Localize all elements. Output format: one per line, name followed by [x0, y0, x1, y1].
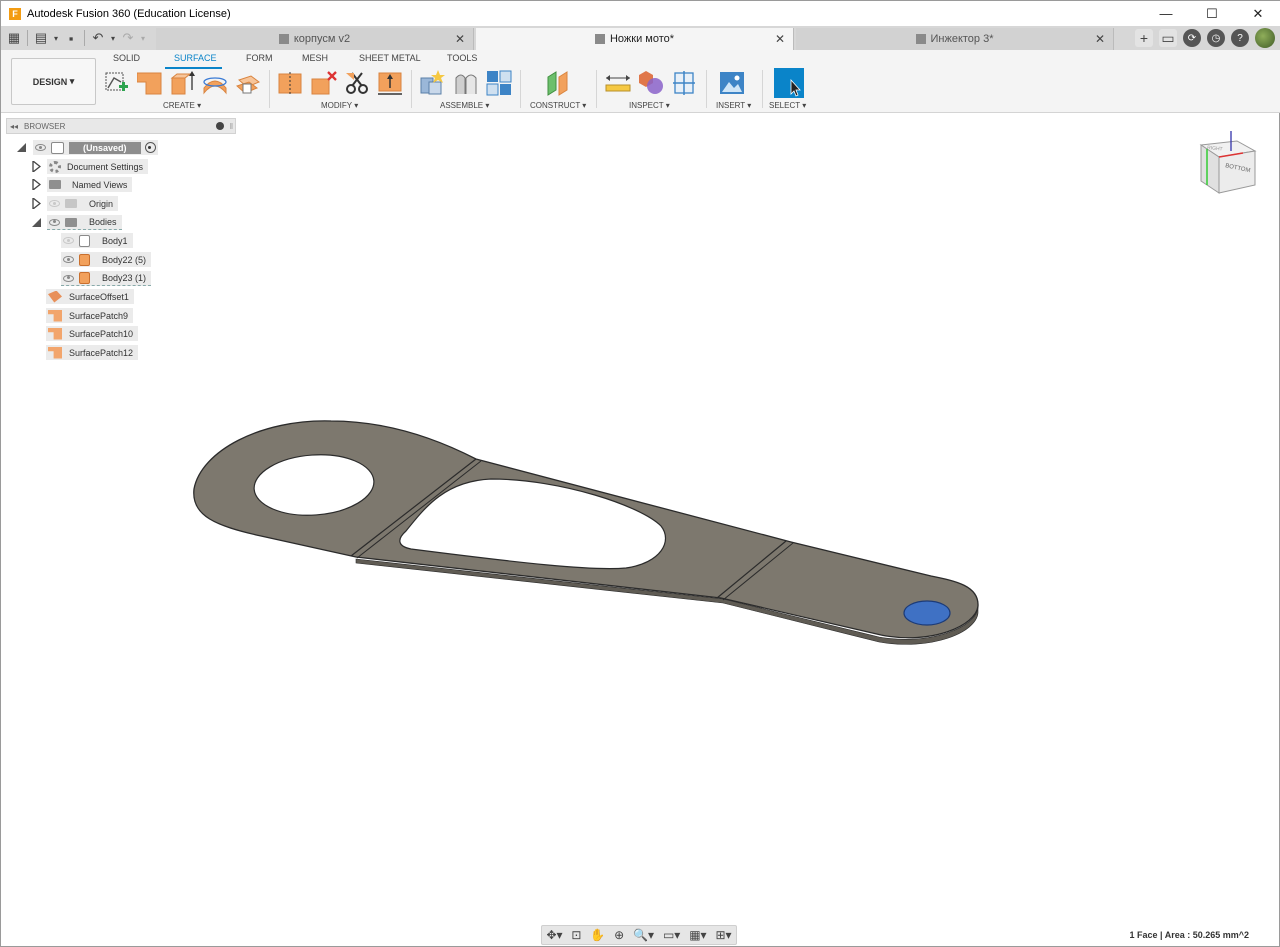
offset-icon[interactable] [235, 70, 261, 96]
selected-face[interactable] [903, 600, 951, 626]
select-menu[interactable]: SELECT ▾ [769, 101, 806, 110]
insert-image-icon[interactable] [719, 70, 745, 96]
undo-icon[interactable]: ↶ [88, 28, 108, 48]
user-avatar[interactable] [1255, 28, 1275, 48]
zoom-icon[interactable]: 🔍▾ [633, 928, 654, 942]
extrude-icon[interactable] [169, 70, 195, 96]
fusion-logo-icon: F [9, 7, 21, 20]
file-menu-chevron-icon[interactable]: ▾ [51, 28, 61, 48]
document-icon [278, 34, 289, 44]
close-tab-icon[interactable]: ✕ [1095, 32, 1105, 46]
minimize-button[interactable]: — [1143, 1, 1189, 26]
undo-chevron-icon[interactable]: ▾ [108, 28, 118, 48]
offset-plane-icon[interactable] [546, 70, 572, 96]
select-icon[interactable] [774, 68, 804, 98]
extend-icon[interactable] [377, 70, 403, 96]
title-bar: F Autodesk Fusion 360 (Education License… [1, 1, 1280, 26]
tab-sheet-metal[interactable]: SHEET METAL [359, 53, 421, 63]
help-icon[interactable]: ? [1231, 29, 1249, 47]
document-icon [915, 34, 926, 44]
active-tab-indicator [165, 67, 222, 69]
delete-face-icon[interactable] [311, 70, 337, 96]
close-tab-icon[interactable]: ✕ [455, 32, 465, 46]
tab-surface[interactable]: SURFACE [174, 53, 217, 63]
insert-menu[interactable]: INSERT ▾ [716, 101, 751, 110]
as-built-joint-icon[interactable] [486, 70, 512, 96]
save-icon[interactable]: ▪ [61, 28, 81, 48]
assemble-menu[interactable]: ASSEMBLE ▾ [440, 101, 489, 110]
close-window-button[interactable]: ✕ [1235, 1, 1280, 26]
grid-settings-icon[interactable]: ▦▾ [689, 928, 706, 942]
tab-inzhektor[interactable]: Инжектор 3* ✕ [796, 28, 1114, 50]
selection-status: 1 Face | Area : 50.265 mm^2 [1129, 930, 1249, 940]
revolve-icon[interactable] [202, 70, 228, 96]
close-tab-icon[interactable]: ✕ [775, 32, 785, 46]
tab-label: корпусм v2 [293, 33, 351, 45]
construct-menu[interactable]: CONSTRUCT ▾ [530, 101, 586, 110]
part-model[interactable] [193, 420, 979, 645]
interference-icon[interactable] [638, 70, 664, 96]
tab-nozhki-moto[interactable]: Ножки мото* ✕ [476, 28, 794, 50]
look-at-icon[interactable]: ⊡ [571, 928, 581, 942]
inspect-menu[interactable]: INSPECT ▾ [629, 101, 670, 110]
file-menu-icon[interactable]: ▤ [31, 28, 51, 48]
window-title: Autodesk Fusion 360 (Education License) [27, 7, 231, 20]
maximize-button[interactable]: ☐ [1189, 1, 1235, 26]
orbit-icon[interactable]: ✥▾ [546, 928, 562, 942]
pan-icon[interactable]: ✋ [590, 928, 605, 942]
split-body-icon[interactable] [344, 70, 370, 96]
workspace-label: DESIGN [32, 76, 68, 87]
create-menu[interactable]: CREATE ▾ [163, 101, 201, 110]
new-tab-icon[interactable]: + [1135, 29, 1153, 47]
tab-tools[interactable]: TOOLS [447, 53, 477, 63]
tab-form[interactable]: FORM [246, 53, 273, 63]
redo-chevron-icon[interactable]: ▾ [138, 28, 148, 48]
modify-menu[interactable]: MODIFY ▾ [321, 101, 358, 110]
new-component-icon[interactable] [419, 70, 445, 96]
joint-icon[interactable] [453, 70, 479, 96]
zoom-window-icon[interactable]: ⊕ [614, 928, 624, 942]
tab-korpusm[interactable]: корпусм v2 ✕ [156, 28, 474, 50]
display-settings-icon[interactable]: ▭▾ [663, 928, 680, 942]
section-analysis-icon[interactable] [671, 70, 697, 96]
patch-icon[interactable] [137, 70, 163, 96]
measure-icon[interactable] [605, 70, 631, 96]
view-cube[interactable]: BOTTOM RIGHT [1197, 127, 1261, 197]
document-icon [594, 34, 605, 44]
toolbar-ribbon: DESIGN ▾ SOLID SURFACE FORM MESH SHEET M… [1, 50, 1280, 113]
app-window: F Autodesk Fusion 360 (Education License… [0, 0, 1280, 947]
viewports-icon[interactable]: ⊞▾ [715, 928, 731, 942]
clock-icon[interactable]: ◷ [1207, 29, 1225, 47]
create-sketch-icon[interactable] [104, 70, 130, 96]
navigation-toolbar: ✥▾ ⊡ ✋ ⊕ 🔍▾ ▭▾ ▦▾ ⊞▾ [541, 925, 737, 945]
workspace-switcher[interactable]: DESIGN ▾ [11, 58, 96, 105]
trim-icon[interactable] [278, 70, 304, 96]
notifications-icon[interactable]: ▭ [1159, 29, 1177, 47]
document-tab-bar: ▦ ▤ ▾ ▪ ↶ ▾ ↷ ▾ корпусм v2 ✕ Ножки мото*… [1, 26, 1280, 50]
redo-icon[interactable]: ↷ [118, 28, 138, 48]
tab-solid[interactable]: SOLID [113, 53, 140, 63]
job-status-icon[interactable]: ⟳ [1183, 29, 1201, 47]
tab-label: Ножки мото* [609, 33, 675, 45]
tab-label: Инжектор 3* [930, 33, 994, 45]
tab-mesh[interactable]: MESH [302, 53, 328, 63]
apps-grid-icon[interactable]: ▦ [4, 28, 24, 48]
3d-viewport[interactable] [1, 113, 1280, 923]
